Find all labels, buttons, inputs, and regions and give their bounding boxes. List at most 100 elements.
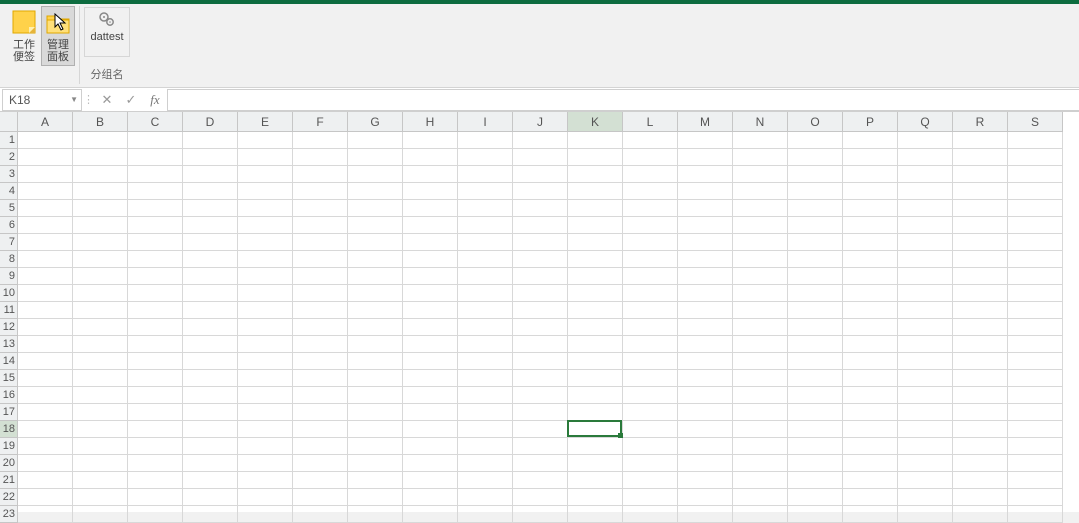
- cell[interactable]: [568, 472, 623, 489]
- formula-input[interactable]: [167, 89, 1079, 111]
- cell[interactable]: [898, 336, 953, 353]
- cell[interactable]: [403, 353, 458, 370]
- cell[interactable]: [953, 455, 1008, 472]
- cell[interactable]: [403, 149, 458, 166]
- cell[interactable]: [1008, 506, 1063, 523]
- cell[interactable]: [403, 319, 458, 336]
- cancel-button[interactable]: ✕: [95, 89, 119, 111]
- cell[interactable]: [678, 268, 733, 285]
- cell[interactable]: [898, 285, 953, 302]
- cell[interactable]: [73, 438, 128, 455]
- cell[interactable]: [403, 268, 458, 285]
- row-header[interactable]: 14: [0, 353, 18, 370]
- cell[interactable]: [183, 353, 238, 370]
- cell[interactable]: [1008, 183, 1063, 200]
- cell[interactable]: [513, 166, 568, 183]
- column-header[interactable]: C: [128, 112, 183, 132]
- cell[interactable]: [458, 319, 513, 336]
- cell[interactable]: [733, 234, 788, 251]
- cell[interactable]: [678, 404, 733, 421]
- cell[interactable]: [843, 489, 898, 506]
- confirm-button[interactable]: ✓: [119, 89, 143, 111]
- cell[interactable]: [678, 387, 733, 404]
- cell[interactable]: [183, 234, 238, 251]
- cell[interactable]: [568, 285, 623, 302]
- row-header[interactable]: 3: [0, 166, 18, 183]
- cell[interactable]: [73, 302, 128, 319]
- cell[interactable]: [678, 438, 733, 455]
- cell[interactable]: [513, 404, 568, 421]
- cell[interactable]: [568, 217, 623, 234]
- cell[interactable]: [678, 370, 733, 387]
- cell[interactable]: [128, 353, 183, 370]
- cell[interactable]: [183, 183, 238, 200]
- cell[interactable]: [183, 370, 238, 387]
- cell[interactable]: [18, 370, 73, 387]
- cell[interactable]: [733, 200, 788, 217]
- cell[interactable]: [843, 200, 898, 217]
- cell[interactable]: [18, 132, 73, 149]
- cell[interactable]: [18, 353, 73, 370]
- cell[interactable]: [843, 251, 898, 268]
- cell[interactable]: [458, 268, 513, 285]
- cell[interactable]: [348, 251, 403, 268]
- cell[interactable]: [568, 506, 623, 523]
- cell[interactable]: [128, 472, 183, 489]
- cell[interactable]: [953, 166, 1008, 183]
- cell[interactable]: [1008, 149, 1063, 166]
- cell[interactable]: [348, 336, 403, 353]
- cell[interactable]: [238, 268, 293, 285]
- row-header[interactable]: 23: [0, 506, 18, 523]
- cell[interactable]: [1008, 404, 1063, 421]
- cell[interactable]: [788, 200, 843, 217]
- cell[interactable]: [733, 217, 788, 234]
- cell[interactable]: [183, 489, 238, 506]
- cell[interactable]: [788, 404, 843, 421]
- cell[interactable]: [513, 200, 568, 217]
- cell[interactable]: [513, 387, 568, 404]
- cell[interactable]: [293, 183, 348, 200]
- cell[interactable]: [623, 234, 678, 251]
- cell[interactable]: [513, 353, 568, 370]
- cell[interactable]: [733, 472, 788, 489]
- cell[interactable]: [458, 455, 513, 472]
- cell[interactable]: [403, 200, 458, 217]
- cell[interactable]: [623, 200, 678, 217]
- select-all-corner[interactable]: [0, 112, 18, 132]
- cell[interactable]: [898, 438, 953, 455]
- column-header[interactable]: M: [678, 112, 733, 132]
- cell[interactable]: [678, 234, 733, 251]
- cell[interactable]: [678, 166, 733, 183]
- cell[interactable]: [733, 455, 788, 472]
- cell[interactable]: [403, 438, 458, 455]
- cell[interactable]: [623, 472, 678, 489]
- name-box[interactable]: K18 ▼: [2, 89, 82, 111]
- cell[interactable]: [183, 319, 238, 336]
- cell[interactable]: [238, 251, 293, 268]
- cell[interactable]: [183, 302, 238, 319]
- cell[interactable]: [348, 387, 403, 404]
- cell[interactable]: [513, 149, 568, 166]
- cell[interactable]: [293, 217, 348, 234]
- column-header[interactable]: L: [623, 112, 678, 132]
- row-header[interactable]: 21: [0, 472, 18, 489]
- cell[interactable]: [238, 132, 293, 149]
- cell[interactable]: [183, 421, 238, 438]
- cell[interactable]: [568, 353, 623, 370]
- cell[interactable]: [898, 302, 953, 319]
- cell[interactable]: [348, 455, 403, 472]
- cell[interactable]: [238, 234, 293, 251]
- cell[interactable]: [73, 217, 128, 234]
- cell[interactable]: [458, 149, 513, 166]
- cell[interactable]: [788, 489, 843, 506]
- cell[interactable]: [843, 217, 898, 234]
- row-header[interactable]: 4: [0, 183, 18, 200]
- cell[interactable]: [403, 166, 458, 183]
- cell[interactable]: [183, 149, 238, 166]
- cell[interactable]: [953, 183, 1008, 200]
- cell[interactable]: [18, 200, 73, 217]
- row-header[interactable]: 6: [0, 217, 18, 234]
- cell[interactable]: [128, 370, 183, 387]
- cell[interactable]: [953, 404, 1008, 421]
- cell[interactable]: [238, 370, 293, 387]
